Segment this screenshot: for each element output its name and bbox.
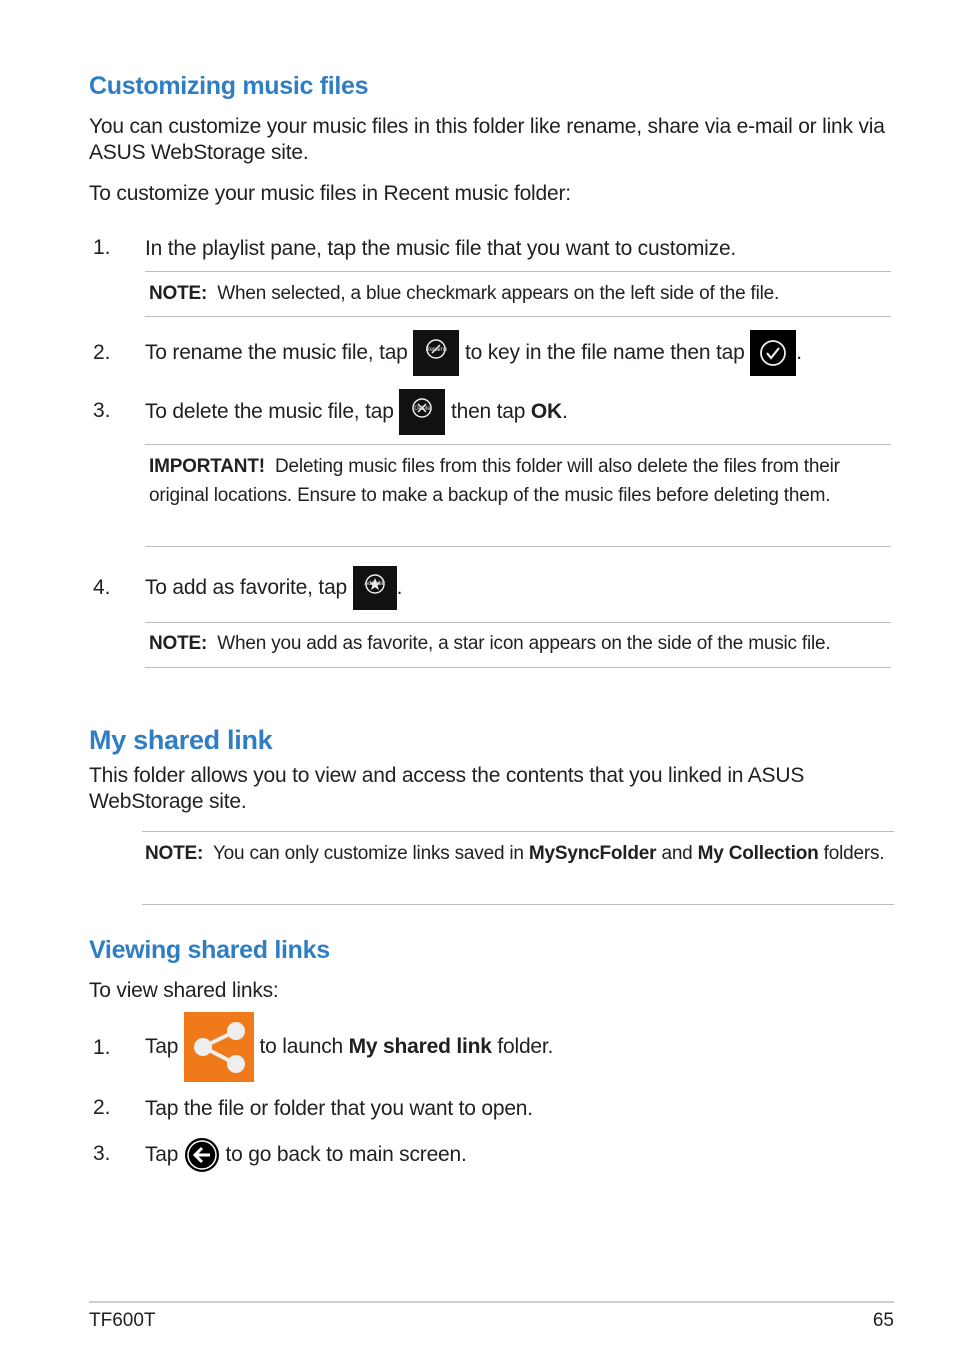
back-arrow-icon — [184, 1137, 220, 1173]
note-label: NOTE: — [149, 283, 208, 304]
page-number: 65 — [872, 1310, 894, 1331]
note-label: NOTE: — [145, 843, 204, 864]
checkmark-icon — [750, 330, 797, 377]
step-number: 2. — [93, 1096, 111, 1119]
note-box: NOTE: When you add as favorite, a star i… — [149, 629, 831, 658]
step-text: In the playlist pane, tap the music file… — [145, 237, 737, 260]
divider — [145, 444, 891, 445]
important-label: IMPORTANT! — [149, 456, 265, 477]
share-icon — [183, 1012, 254, 1083]
divider — [145, 271, 891, 272]
section-heading-viewing: Viewing shared links — [89, 936, 330, 964]
delete-icon: Delete — [399, 389, 446, 436]
step-number: 1. — [93, 236, 111, 259]
step-launch: Tap to launch My shared link folder. — [145, 1012, 553, 1083]
note-box: NOTE: You can only customize links saved… — [145, 843, 885, 864]
step-favorite: To add as favorite, tap Add star . — [145, 565, 403, 611]
step-text: Tap the file or folder that you want to … — [145, 1097, 533, 1120]
section-heading-shared-link: My shared link — [89, 725, 273, 755]
divider — [145, 667, 891, 668]
divider — [142, 831, 894, 832]
step-number: 3. — [93, 399, 111, 422]
add-star-icon: Add star — [352, 566, 397, 611]
section-heading-customizing: Customizing music files — [89, 72, 369, 100]
divider — [145, 546, 891, 547]
divider — [142, 904, 894, 905]
section-intro: You can customize your music files in th… — [89, 115, 885, 164]
section-lead: To customize your music files in Recent … — [89, 182, 571, 205]
section-lead: To view shared links: — [89, 979, 279, 1002]
note-label: NOTE: — [149, 633, 208, 654]
rename-icon: Rename — [413, 330, 460, 377]
step-delete: To delete the music file, tap Delete the… — [145, 389, 568, 436]
step-number: 1. — [93, 1036, 111, 1059]
section-intro: This folder allows you to view and acces… — [89, 764, 805, 813]
step-number: 2. — [93, 341, 111, 364]
divider — [145, 316, 891, 317]
step-rename: To rename the music file, tap Rename to … — [145, 330, 802, 377]
step-back: Tap to go back to main screen. — [145, 1137, 467, 1173]
note-box: NOTE: When selected, a blue checkmark ap… — [149, 279, 779, 308]
important-box: IMPORTANT! Deleting music files from thi… — [149, 452, 884, 510]
divider — [145, 622, 891, 623]
step-number: 3. — [93, 1142, 111, 1165]
footer-model: TF600T — [89, 1310, 156, 1331]
footer-divider — [89, 1301, 894, 1303]
step-number: 4. — [93, 576, 111, 599]
note-text: When you add as favorite, a star icon ap… — [217, 633, 831, 654]
note-text: When selected, a blue checkmark appears … — [217, 283, 780, 304]
